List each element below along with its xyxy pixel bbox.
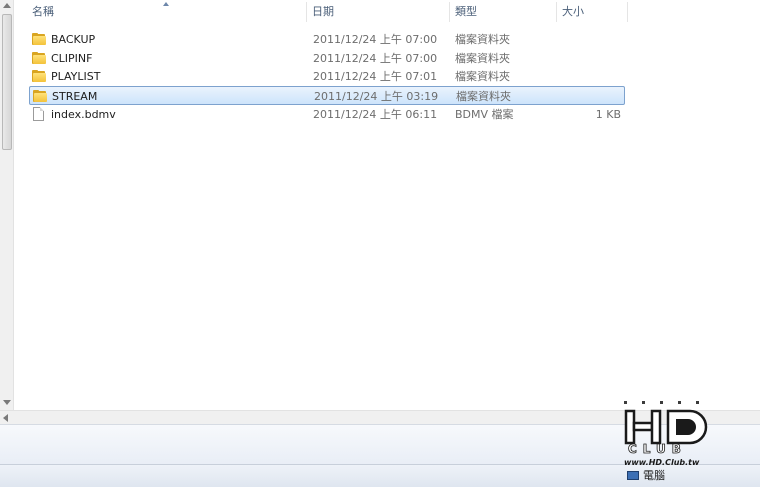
file-name: PLAYLIST [51,70,101,83]
file-date: 2011/12/24 上午 06:11 [313,108,438,121]
column-header-type[interactable]: 類型 [449,0,477,24]
file-name: STREAM [52,90,98,103]
file-icon [33,107,44,121]
status-bar: 電腦 [0,464,760,487]
folder-icon [32,33,46,45]
column-header-name[interactable]: 名稱 [26,0,54,24]
sort-ascending-icon [163,2,169,6]
list-item[interactable]: STREAM 2011/12/24 上午 03:19 檔案資料夾 [29,86,625,105]
status-location-label: 電腦 [643,469,665,482]
file-date: 2011/12/24 上午 07:00 [313,52,438,65]
column-divider[interactable] [627,2,628,22]
column-header-row: 名稱 日期 類型 大小 [14,0,760,24]
file-size: 1 KB [595,108,621,121]
list-item[interactable]: index.bdmv 2011/12/24 上午 06:11 BDMV 檔案 1… [29,105,625,124]
scrollbar-thumb[interactable] [2,14,12,150]
column-header-date[interactable]: 日期 [306,0,334,24]
file-name: index.bdmv [51,108,116,121]
vertical-scrollbar[interactable] [0,0,14,410]
status-location: 電腦 [627,468,665,484]
list-item[interactable]: CLIPINF 2011/12/24 上午 07:00 檔案資料夾 [29,49,625,68]
file-type: BDMV 檔案 [455,108,514,121]
folder-icon [32,70,46,82]
file-date: 2011/12/24 上午 03:19 [314,90,439,103]
file-date: 2011/12/24 上午 07:01 [313,70,438,83]
folder-icon [32,52,46,64]
file-name: CLIPINF [51,52,93,65]
file-date: 2011/12/24 上午 07:00 [313,33,438,46]
scroll-up-arrow-icon[interactable] [3,3,11,8]
scroll-left-arrow-icon[interactable] [3,414,8,422]
scroll-down-arrow-icon[interactable] [3,400,11,405]
watermark-site-text: www.HD.Club.tw [624,458,700,467]
list-item[interactable]: PLAYLIST 2011/12/24 上午 07:01 檔案資料夾 [29,67,625,86]
list-item[interactable]: BACKUP 2011/12/24 上午 07:00 檔案資料夾 [29,30,625,49]
file-type: 檔案資料夾 [455,70,510,83]
file-type: 檔案資料夾 [456,90,511,103]
folder-icon [33,90,47,102]
file-name: BACKUP [51,33,96,46]
watermark-brand-text: CLUB [628,442,687,456]
file-type: 檔案資料夾 [455,33,510,46]
hd-club-watermark-logo: CLUB www.HD.Club.tw [624,401,708,467]
file-type: 檔案資料夾 [455,52,510,65]
column-header-size[interactable]: 大小 [556,0,584,24]
computer-icon [627,471,639,480]
